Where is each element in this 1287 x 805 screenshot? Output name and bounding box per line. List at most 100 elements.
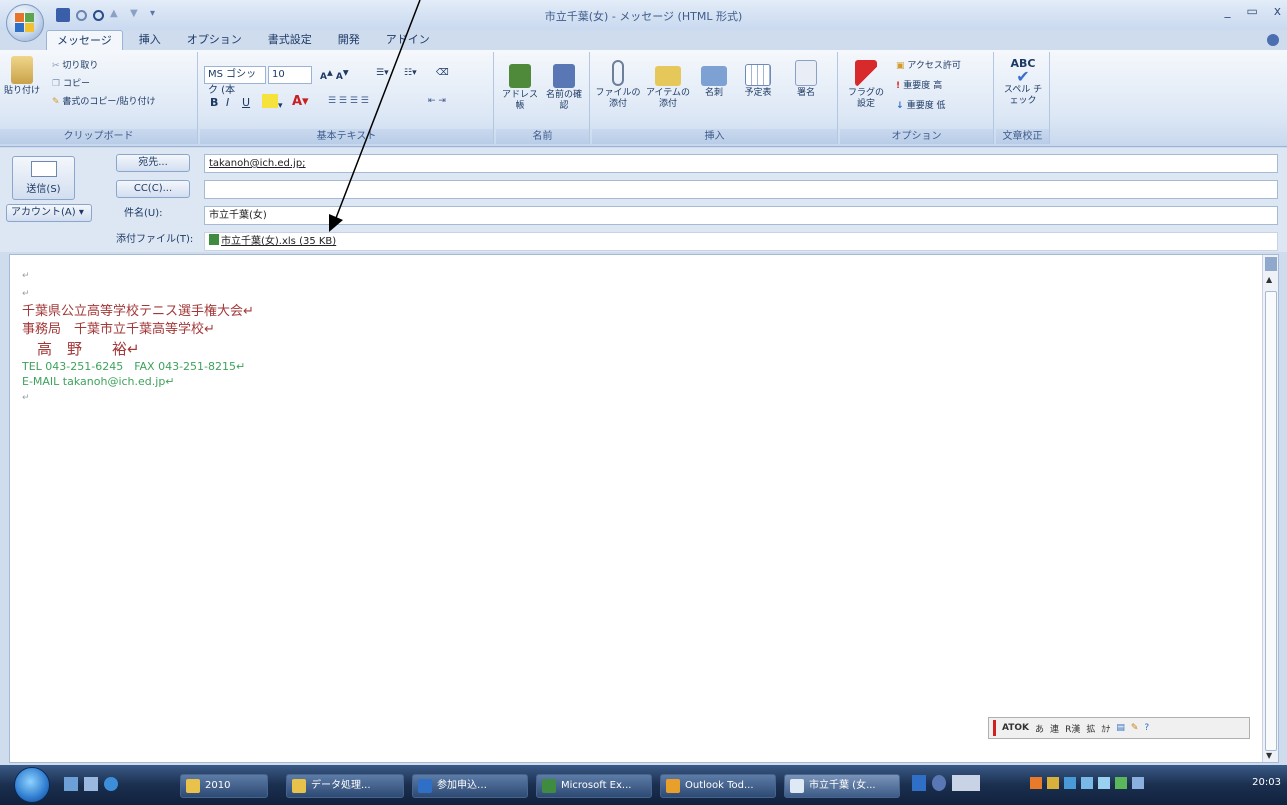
maximize-button[interactable]: ▭ xyxy=(1247,4,1258,18)
indent-buttons[interactable]: ⇤ ⇥ xyxy=(428,96,446,106)
to-button[interactable]: 宛先... xyxy=(116,154,190,172)
show-desktop-icon[interactable] xyxy=(64,777,78,791)
high-importance-button[interactable]: ! 重要度 高 xyxy=(896,78,942,91)
attachment-field[interactable]: 市立千葉(女).xls (35 KB) xyxy=(204,232,1278,251)
cut-button[interactable]: ✂ 切り取り xyxy=(52,58,98,71)
atok-kana-button[interactable]: ｶﾅ xyxy=(1101,722,1110,735)
tab-addins[interactable]: アドイン xyxy=(376,30,440,50)
tab-options[interactable]: オプション xyxy=(177,30,252,50)
atok-label: ATOK xyxy=(1002,723,1030,733)
low-importance-button[interactable]: ↓ 重要度 低 xyxy=(896,98,946,111)
signature-button[interactable]: 署名 xyxy=(784,60,828,99)
tab-insert[interactable]: 挿入 xyxy=(129,30,171,50)
subject-field[interactable]: 市立千葉(女) xyxy=(204,206,1278,225)
ie-icon[interactable] xyxy=(104,777,118,791)
tab-developer[interactable]: 開発 xyxy=(328,30,370,50)
names-group: アドレス帳 名前の確認 名前 xyxy=(496,52,590,144)
font-size-box[interactable]: 10 xyxy=(268,66,312,84)
permission-button[interactable]: ▣ アクセス許可 xyxy=(896,58,961,71)
taskbar-item-outlook-today[interactable]: Outlook Tod... xyxy=(660,774,776,798)
bullets-button[interactable]: ☰▾ xyxy=(376,68,389,78)
folder-icon xyxy=(292,779,306,793)
tray-icon[interactable] xyxy=(952,775,980,791)
font-color-button[interactable]: A▾ xyxy=(292,94,309,109)
basic-text-group-label: 基本テキスト xyxy=(200,129,493,144)
start-button[interactable] xyxy=(14,767,50,803)
attachment-link[interactable]: 市立千葉(女).xls (35 KB) xyxy=(221,236,336,247)
atok-conversion-button[interactable]: 連 xyxy=(1050,722,1059,735)
underline-button[interactable]: U xyxy=(242,96,250,109)
taskbar-item-message[interactable]: 市立千葉 (女... xyxy=(784,774,900,798)
names-group-label: 名前 xyxy=(496,129,589,144)
cc-field[interactable] xyxy=(204,180,1278,199)
scroll-down-icon[interactable]: ▼ xyxy=(1266,751,1272,760)
attach-file-button[interactable]: ファイルの添付 xyxy=(594,60,642,110)
clear-format-button[interactable]: ⌫ xyxy=(436,68,449,78)
copy-button[interactable]: ❐ コピー xyxy=(52,76,90,89)
message-header-form: 送信(S) アカウント(A) ▾ 宛先... takanoh@ich.ed.jp… xyxy=(0,148,1287,252)
atok-kanji-button[interactable]: R漢 xyxy=(1065,722,1080,735)
language-bar-icon[interactable] xyxy=(912,775,926,791)
send-button[interactable]: 送信(S) xyxy=(12,156,75,200)
check-names-button[interactable]: 名前の確認 xyxy=(542,64,586,112)
atok-pen-icon[interactable]: ✎ xyxy=(1131,723,1139,733)
tab-message[interactable]: メッセージ xyxy=(46,30,123,50)
highlight-button[interactable]: ▾ xyxy=(262,94,283,111)
clock[interactable]: 20:03 xyxy=(1252,777,1281,788)
taskbar-item-excel[interactable]: Microsoft Ex... xyxy=(536,774,652,798)
tray-icon[interactable] xyxy=(1047,777,1059,789)
atok-menu-icon[interactable]: ▤ xyxy=(1116,723,1125,733)
bold-button[interactable]: B xyxy=(210,96,218,109)
blank-line: ↵ xyxy=(22,393,30,403)
paste-button[interactable]: 貼り付け xyxy=(4,56,40,97)
italic-button[interactable]: I xyxy=(226,96,229,109)
vertical-scrollbar[interactable]: ▲ ▼ xyxy=(1262,255,1278,762)
options-group-label: オプション xyxy=(840,129,993,144)
tray-icon[interactable] xyxy=(1081,777,1093,789)
options-group: フラグの設定 ▣ アクセス許可 ! 重要度 高 ↓ 重要度 低 オプション xyxy=(840,52,994,144)
paste-icon xyxy=(11,56,33,84)
tab-format-text[interactable]: 書式設定 xyxy=(258,30,322,50)
font-name-box[interactable]: MS ゴシック (本 xyxy=(204,66,266,96)
business-card-icon xyxy=(701,66,727,86)
switch-windows-icon[interactable] xyxy=(84,777,98,791)
calendar-button[interactable]: 予定表 xyxy=(736,60,780,99)
taskbar-item-2010[interactable]: 2010 xyxy=(180,774,268,798)
grow-font-button[interactable]: A▲ A▼ xyxy=(320,68,349,82)
business-card-button[interactable]: 名刺 xyxy=(694,60,734,99)
tray-icon[interactable] xyxy=(1115,777,1127,789)
taskbar-item-data[interactable]: データ処理... xyxy=(286,774,404,798)
message-body[interactable]: ↵ ↵ 千葉県公立高等学校テニス選手権大会↵ 事務局 千葉市立千葉高等学校↵ 高… xyxy=(9,254,1279,763)
tray-icon[interactable] xyxy=(1064,777,1076,789)
spelling-button[interactable]: ABC ✔ スペル チェック xyxy=(1000,58,1046,107)
cc-button[interactable]: CC(C)... xyxy=(116,180,190,198)
atok-help-icon[interactable]: ? xyxy=(1144,723,1149,733)
taskbar-item-application[interactable]: 参加申込… xyxy=(412,774,528,798)
follow-up-button[interactable]: フラグの設定 xyxy=(844,60,888,110)
format-painter-button[interactable]: ✎ 書式のコピー/貼り付け xyxy=(52,94,155,107)
ime-icon[interactable] xyxy=(932,775,946,791)
volume-icon[interactable] xyxy=(1132,777,1144,789)
brush-icon: ✎ xyxy=(52,97,63,107)
tray-icon[interactable] xyxy=(1030,777,1042,789)
atok-mode-button[interactable]: あ xyxy=(1035,722,1044,735)
scroll-thumb[interactable] xyxy=(1265,291,1277,751)
ruler-toggle-icon[interactable] xyxy=(1265,257,1277,271)
scroll-up-icon[interactable]: ▲ xyxy=(1266,275,1272,284)
word-icon xyxy=(418,779,432,793)
atok-expand-button[interactable]: 拡 xyxy=(1086,722,1095,735)
numbering-button[interactable]: ☷▾ xyxy=(404,68,417,78)
minimize-button[interactable]: _ xyxy=(1225,4,1231,18)
address-book-button[interactable]: アドレス帳 xyxy=(498,64,542,112)
to-field[interactable]: takanoh@ich.ed.jp; xyxy=(204,154,1278,173)
close-button[interactable]: x xyxy=(1274,4,1281,18)
account-button[interactable]: アカウント(A) ▾ xyxy=(6,204,92,222)
network-icon[interactable] xyxy=(1098,777,1110,789)
atok-logo xyxy=(993,720,996,736)
atok-ime-bar[interactable]: ATOK あ 連 R漢 拡 ｶﾅ ▤ ✎ ? xyxy=(988,717,1250,739)
attach-item-button[interactable]: アイテムの添付 xyxy=(644,60,692,110)
help-icon[interactable] xyxy=(1267,34,1279,46)
align-buttons[interactable]: ☰ ☰ ☰ ☰ xyxy=(328,96,369,106)
office-button[interactable] xyxy=(6,4,44,42)
quick-launch xyxy=(64,777,118,791)
